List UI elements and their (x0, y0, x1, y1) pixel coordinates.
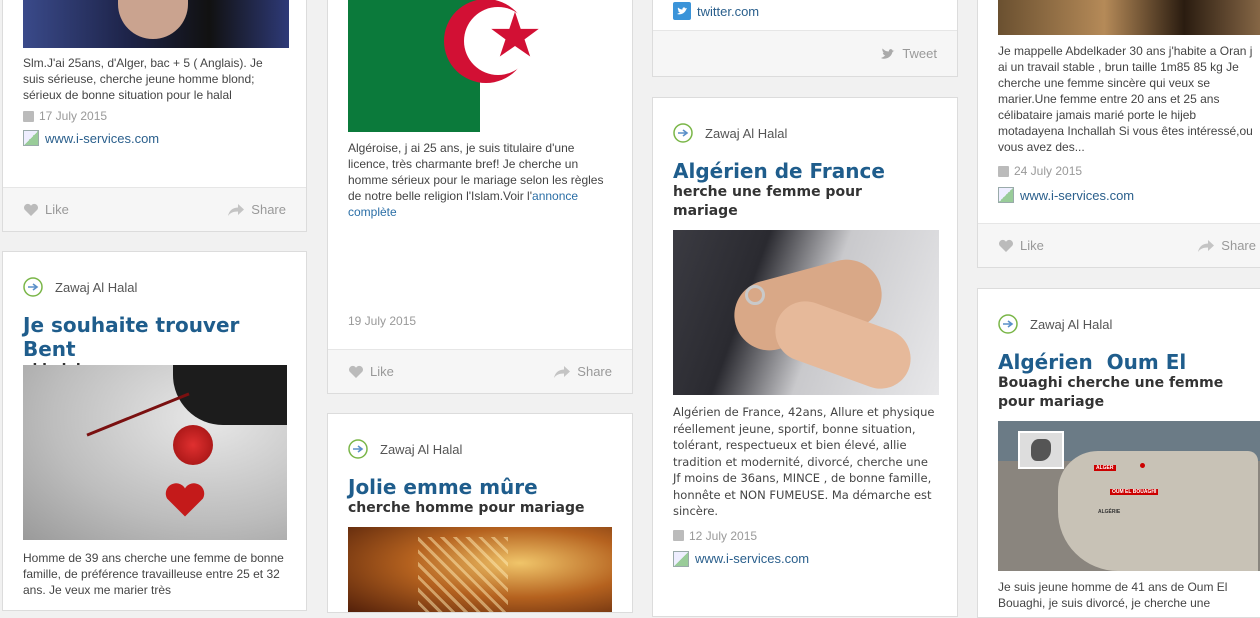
share-arrow-icon (228, 203, 245, 216)
post-subtitle: herche une femme pour mariage (673, 184, 862, 219)
card-actions: Like Share (3, 187, 306, 231)
share-arrow-icon (1198, 239, 1215, 252)
share-arrow-icon (554, 365, 571, 378)
like-label: Like (370, 364, 394, 379)
zawaj-logo-icon (348, 439, 368, 459)
post-title[interactable]: Algérien Oum El (998, 350, 1256, 374)
tweet-label: Tweet (902, 46, 937, 61)
post-date-text: 24 July 2015 (1014, 164, 1083, 178)
post-image-portrait-man[interactable] (998, 0, 1260, 35)
post-image-map[interactable]: ALGER OUM EL BOUAGHI ALGÉRIE (998, 421, 1260, 571)
source-link[interactable]: twitter.com (673, 2, 759, 20)
post-subtitle: cherche homme pour mariage (348, 500, 585, 516)
heart-icon (24, 203, 38, 216)
post-date: 12 July 2015 (673, 529, 937, 543)
post-date-text: 19 July 2015 (348, 314, 417, 328)
share-label: Share (1221, 238, 1256, 253)
post-card-7: Je mappelle Abdelkader 30 ans j'habite a… (977, 0, 1260, 268)
author-name[interactable]: Zawaj Al Halal (705, 126, 787, 141)
page-icon (23, 130, 39, 146)
like-label: Like (1020, 238, 1044, 253)
author-name[interactable]: Zawaj Al Halal (55, 280, 137, 295)
like-label: Like (45, 202, 69, 217)
post-title[interactable]: Je souhaite trouver Bent (23, 313, 286, 361)
post-text: Je mappelle Abdelkader 30 ans j'habite a… (998, 44, 1253, 154)
zawaj-logo-icon (23, 277, 43, 297)
author-name[interactable]: Zawaj Al Halal (380, 442, 462, 457)
page-icon (673, 550, 689, 567)
facebook-icon (23, 110, 34, 122)
map-label-algerie: ALGÉRIE (1098, 509, 1121, 515)
twitter-icon (673, 2, 691, 20)
post-subtitle: Bouaghi cherche une femme pour mariage (998, 375, 1224, 410)
page-icon (998, 187, 1014, 203)
like-button[interactable]: Like (348, 364, 394, 379)
share-label: Share (577, 364, 612, 379)
post-text: Je suis jeune homme de 41 ans de Oum El … (998, 580, 1228, 610)
post-date: 17 July 2015 (23, 109, 286, 123)
zawaj-logo-icon (998, 314, 1018, 334)
map-label-alger: ALGER (1094, 465, 1116, 471)
post-card-6: Zawaj Al Halal Algérien de France herche… (652, 97, 958, 617)
post-image-algeria-flag[interactable] (348, 0, 612, 132)
post-text: Algérien de France, 42ans, Allure et phy… (673, 405, 935, 518)
heart-icon (349, 365, 363, 378)
zawaj-logo-icon (673, 123, 693, 143)
post-title[interactable]: Jolie emme mûre (348, 475, 612, 499)
post-image-portrait[interactable] (23, 0, 289, 48)
share-button[interactable]: Share (553, 364, 612, 379)
post-card-4: Zawaj Al Halal Jolie emme mûre cherche h… (327, 413, 633, 613)
post-date: 19 July 2015 (348, 314, 416, 328)
post-card-1: Slm.J'ai 25ans, d'Alger, bac + 5 ( Angla… (2, 0, 307, 232)
source-link[interactable]: www.i-services.com (673, 550, 937, 567)
share-label: Share (251, 202, 286, 217)
source-link-text[interactable]: www.i-services.com (1020, 188, 1134, 203)
post-author[interactable]: Zawaj Al Halal (673, 122, 937, 144)
post-date-text: 12 July 2015 (689, 528, 758, 543)
heart-icon (999, 239, 1013, 252)
source-link[interactable]: www.i-services.com (23, 130, 286, 146)
facebook-icon (998, 165, 1009, 177)
post-card-8: Zawaj Al Halal Algérien Oum El Bouaghi c… (977, 288, 1260, 618)
post-card-5: twitter.com Tweet (652, 0, 958, 77)
post-author[interactable]: Zawaj Al Halal (348, 438, 612, 460)
share-button[interactable]: Share (227, 202, 286, 217)
author-name[interactable]: Zawaj Al Halal (1030, 317, 1112, 332)
like-button[interactable]: Like (23, 202, 69, 217)
card-actions: Like Share (978, 223, 1260, 267)
source-link-text[interactable]: twitter.com (697, 4, 759, 19)
post-author[interactable]: Zawaj Al Halal (998, 313, 1256, 335)
post-text: Homme de 39 ans cherche une femme de bon… (23, 551, 284, 597)
twitter-bird-icon (881, 48, 895, 59)
post-text: Algéroise, j ai 25 ans, je suis titulair… (348, 140, 612, 220)
map-label-oum-el-bouaghi: OUM EL BOUAGHI (1110, 489, 1159, 495)
source-link[interactable]: www.i-services.com (998, 187, 1256, 203)
card-actions: Like Share (328, 349, 632, 393)
source-link-text[interactable]: www.i-services.com (45, 131, 159, 146)
like-button[interactable]: Like (998, 238, 1044, 253)
post-image-rose-heart[interactable] (23, 365, 287, 540)
post-text: Slm.J'ai 25ans, d'Alger, bac + 5 ( Angla… (23, 56, 263, 102)
post-date-text: 17 July 2015 (39, 109, 108, 123)
post-image-wedding-ring[interactable] (673, 230, 939, 395)
source-link-text[interactable]: www.i-services.com (695, 551, 809, 566)
card-actions: Tweet (653, 30, 957, 76)
post-date: 24 July 2015 (998, 164, 1256, 178)
post-card-2: Zawaj Al Halal Je souhaite trouver Bent … (2, 251, 307, 611)
facebook-icon (673, 530, 684, 541)
post-image-lantern[interactable] (348, 527, 612, 612)
post-card-3: Algéroise, j ai 25 ans, je suis titulair… (327, 0, 633, 394)
tweet-button[interactable]: Tweet (880, 46, 937, 61)
post-title[interactable]: Algérien de France (673, 159, 937, 183)
post-author[interactable]: Zawaj Al Halal (23, 276, 286, 298)
share-button[interactable]: Share (1197, 238, 1256, 253)
